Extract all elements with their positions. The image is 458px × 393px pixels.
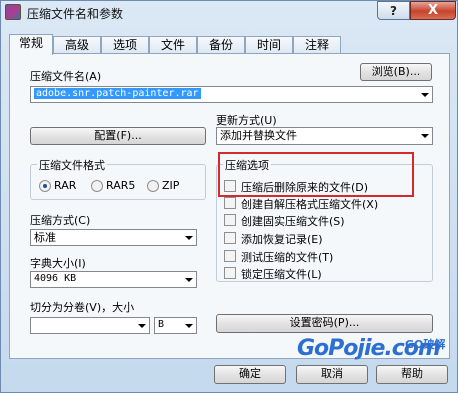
chevron-down-icon — [138, 324, 146, 328]
chevron-down-icon — [421, 134, 429, 138]
winrar-icon — [5, 4, 21, 20]
tab-backup[interactable]: 备份 — [197, 36, 245, 54]
dictionary-label: 字典大小(I) — [30, 257, 86, 270]
format-group-title: 压缩文件格式 — [37, 157, 107, 173]
archive-name-input[interactable]: adobe.snr.patch-painter.rar — [30, 86, 433, 103]
solid-label: 创建固实压缩文件(S) — [241, 215, 345, 228]
split-unit-select[interactable]: B — [154, 317, 197, 334]
chevron-down-icon — [421, 93, 429, 97]
sfx-label: 创建自解压格式压缩文件(X) — [241, 198, 379, 211]
lock-label: 锁定压缩文件(L) — [241, 268, 322, 281]
split-label: 切分为分卷(V)，大小 — [30, 301, 135, 314]
format-rar-radio[interactable] — [39, 180, 51, 192]
split-size-input[interactable] — [30, 317, 150, 334]
update-mode-value: 添加并替换文件 — [220, 129, 297, 142]
format-rar-label: RAR — [54, 179, 77, 192]
chevron-down-icon — [185, 278, 193, 282]
general-panel: 压缩文件名(A) 浏览(B)... adobe.snr.patch-painte… — [9, 53, 450, 359]
test-checkbox[interactable] — [224, 250, 236, 262]
watermark-sub: GO破解 — [405, 338, 446, 351]
dictionary-select[interactable]: 4096 KB — [30, 271, 197, 288]
split-unit-value: B — [158, 319, 165, 330]
browse-button[interactable]: 浏览(B)... — [360, 63, 432, 81]
tab-options[interactable]: 选项 — [101, 36, 149, 54]
format-rar5-label: RAR5 — [106, 179, 136, 192]
title-bar[interactable]: 压缩文件名和参数 ? X — [1, 1, 458, 25]
update-mode-select[interactable]: 添加并替换文件 — [216, 127, 433, 145]
help-button[interactable]: 帮助 — [376, 365, 448, 384]
tab-advanced[interactable]: 高级 — [53, 36, 101, 54]
format-rar5-radio[interactable] — [91, 180, 103, 192]
recovery-checkbox[interactable] — [224, 232, 236, 244]
red-highlight-box — [218, 152, 414, 197]
archive-name-label: 压缩文件名(A) — [30, 70, 102, 83]
tab-files[interactable]: 文件 — [149, 36, 197, 54]
method-value: 标准 — [34, 231, 56, 244]
cancel-button[interactable]: 取消 — [296, 365, 368, 384]
window-title: 压缩文件名和参数 — [27, 7, 124, 21]
ok-button[interactable]: 确定 — [214, 365, 286, 384]
method-label: 压缩方式(C) — [30, 214, 91, 227]
lock-checkbox[interactable] — [224, 267, 236, 279]
tab-comment[interactable]: 注释 — [293, 36, 341, 54]
tab-general[interactable]: 常规 — [9, 34, 53, 55]
test-label: 测试压缩的文件(T) — [241, 251, 334, 264]
method-select[interactable]: 标准 — [30, 229, 197, 246]
set-password-button[interactable]: 设置密码(P)... — [216, 314, 433, 333]
solid-checkbox[interactable] — [224, 214, 236, 226]
tab-time[interactable]: 时间 — [245, 36, 293, 54]
chevron-down-icon — [185, 236, 193, 240]
dialog-window: 压缩文件名和参数 ? X 常规 高级 选项 文件 备份 时间 注释 压缩文件名(… — [0, 0, 458, 393]
close-button[interactable]: X — [410, 1, 456, 20]
format-zip-label: ZIP — [162, 179, 180, 192]
archive-name-value: adobe.snr.patch-painter.rar — [34, 88, 201, 99]
recovery-label: 添加恢复记录(E) — [241, 233, 323, 246]
format-zip-radio[interactable] — [147, 180, 159, 192]
update-mode-label: 更新方式(U) — [216, 114, 277, 127]
sfx-checkbox[interactable] — [224, 197, 236, 209]
chevron-down-icon — [185, 324, 193, 328]
help-title-button[interactable]: ? — [377, 1, 410, 20]
profiles-button[interactable]: 配置(F)... — [30, 127, 206, 145]
dictionary-value: 4096 KB — [34, 273, 77, 284]
